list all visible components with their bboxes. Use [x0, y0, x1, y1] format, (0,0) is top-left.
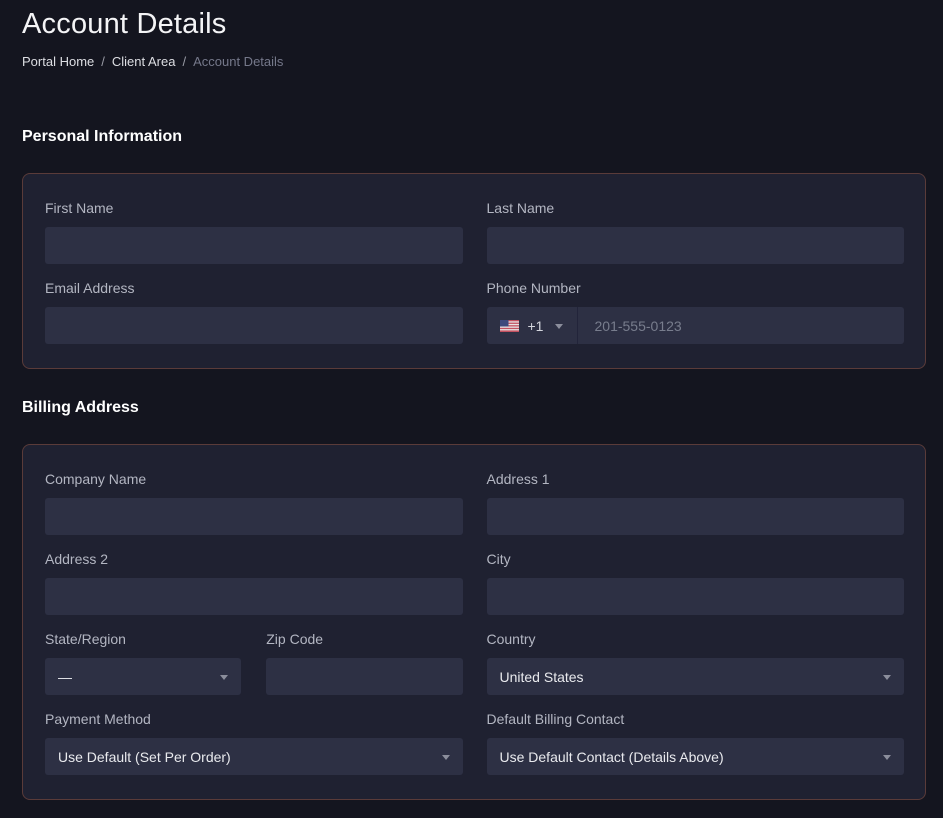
country-select[interactable]: United States [487, 658, 905, 695]
state-zip-row: State/Region — Zip Code [45, 631, 463, 695]
address2-label: Address 2 [45, 551, 463, 568]
payment-method-select[interactable]: Use Default (Set Per Order) [45, 738, 463, 775]
first-name-field: First Name [45, 200, 463, 264]
breadcrumb-current: Account Details [193, 54, 283, 69]
payment-method-label: Payment Method [45, 711, 463, 728]
breadcrumb-separator: / [182, 54, 186, 69]
city-input[interactable] [487, 578, 905, 615]
phone-field: Phone Number +1 [487, 280, 905, 344]
account-details-page: Account Details Portal Home / Client Are… [0, 0, 943, 818]
zip-input[interactable] [266, 658, 462, 695]
personal-information-heading: Personal Information [22, 128, 926, 146]
email-input[interactable] [45, 307, 463, 344]
email-label: Email Address [45, 280, 463, 297]
first-name-input[interactable] [45, 227, 463, 264]
last-name-input[interactable] [487, 227, 905, 264]
last-name-field: Last Name [487, 200, 905, 264]
billing-contact-select-value: Use Default Contact (Details Above) [500, 749, 724, 765]
address2-field: Address 2 [45, 551, 463, 615]
us-flag-icon [500, 320, 519, 332]
phone-number-input[interactable] [578, 307, 905, 344]
breadcrumb-portal-home[interactable]: Portal Home [22, 54, 94, 69]
billing-address-heading: Billing Address [22, 399, 926, 417]
billing-address-card: Company Name Address 1 Address 2 City St… [22, 444, 926, 800]
first-name-label: First Name [45, 200, 463, 217]
last-name-label: Last Name [487, 200, 905, 217]
company-name-input[interactable] [45, 498, 463, 535]
billing-contact-select[interactable]: Use Default Contact (Details Above) [487, 738, 905, 775]
company-name-field: Company Name [45, 471, 463, 535]
billing-contact-label: Default Billing Contact [487, 711, 905, 728]
state-select-value: — [58, 669, 72, 685]
company-name-label: Company Name [45, 471, 463, 488]
page-title: Account Details [22, 8, 926, 41]
personal-information-card: First Name Last Name Email Address Phone… [22, 173, 926, 369]
country-label: Country [487, 631, 905, 648]
address1-input[interactable] [487, 498, 905, 535]
state-label: State/Region [45, 631, 241, 648]
breadcrumb-client-area[interactable]: Client Area [112, 54, 176, 69]
chevron-down-icon [883, 755, 891, 760]
email-field: Email Address [45, 280, 463, 344]
country-select-value: United States [500, 669, 584, 685]
payment-method-select-value: Use Default (Set Per Order) [58, 749, 231, 765]
zip-field: Zip Code [266, 631, 462, 695]
billing-contact-field: Default Billing Contact Use Default Cont… [487, 711, 905, 775]
address1-field: Address 1 [487, 471, 905, 535]
chevron-down-icon [442, 755, 450, 760]
state-select[interactable]: — [45, 658, 241, 695]
address2-input[interactable] [45, 578, 463, 615]
breadcrumb-separator: / [101, 54, 105, 69]
zip-label: Zip Code [266, 631, 462, 648]
country-field: Country United States [487, 631, 905, 695]
phone-input-group: +1 [487, 307, 905, 344]
state-field: State/Region — [45, 631, 241, 695]
phone-label: Phone Number [487, 280, 905, 297]
address1-label: Address 1 [487, 471, 905, 488]
breadcrumb: Portal Home / Client Area / Account Deta… [22, 54, 926, 69]
phone-country-code-value: +1 [528, 318, 544, 334]
payment-method-field: Payment Method Use Default (Set Per Orde… [45, 711, 463, 775]
chevron-down-icon [883, 675, 891, 680]
chevron-down-icon [220, 675, 228, 680]
chevron-down-icon [555, 324, 563, 329]
city-field: City [487, 551, 905, 615]
phone-country-code-select[interactable]: +1 [487, 307, 578, 344]
city-label: City [487, 551, 905, 568]
